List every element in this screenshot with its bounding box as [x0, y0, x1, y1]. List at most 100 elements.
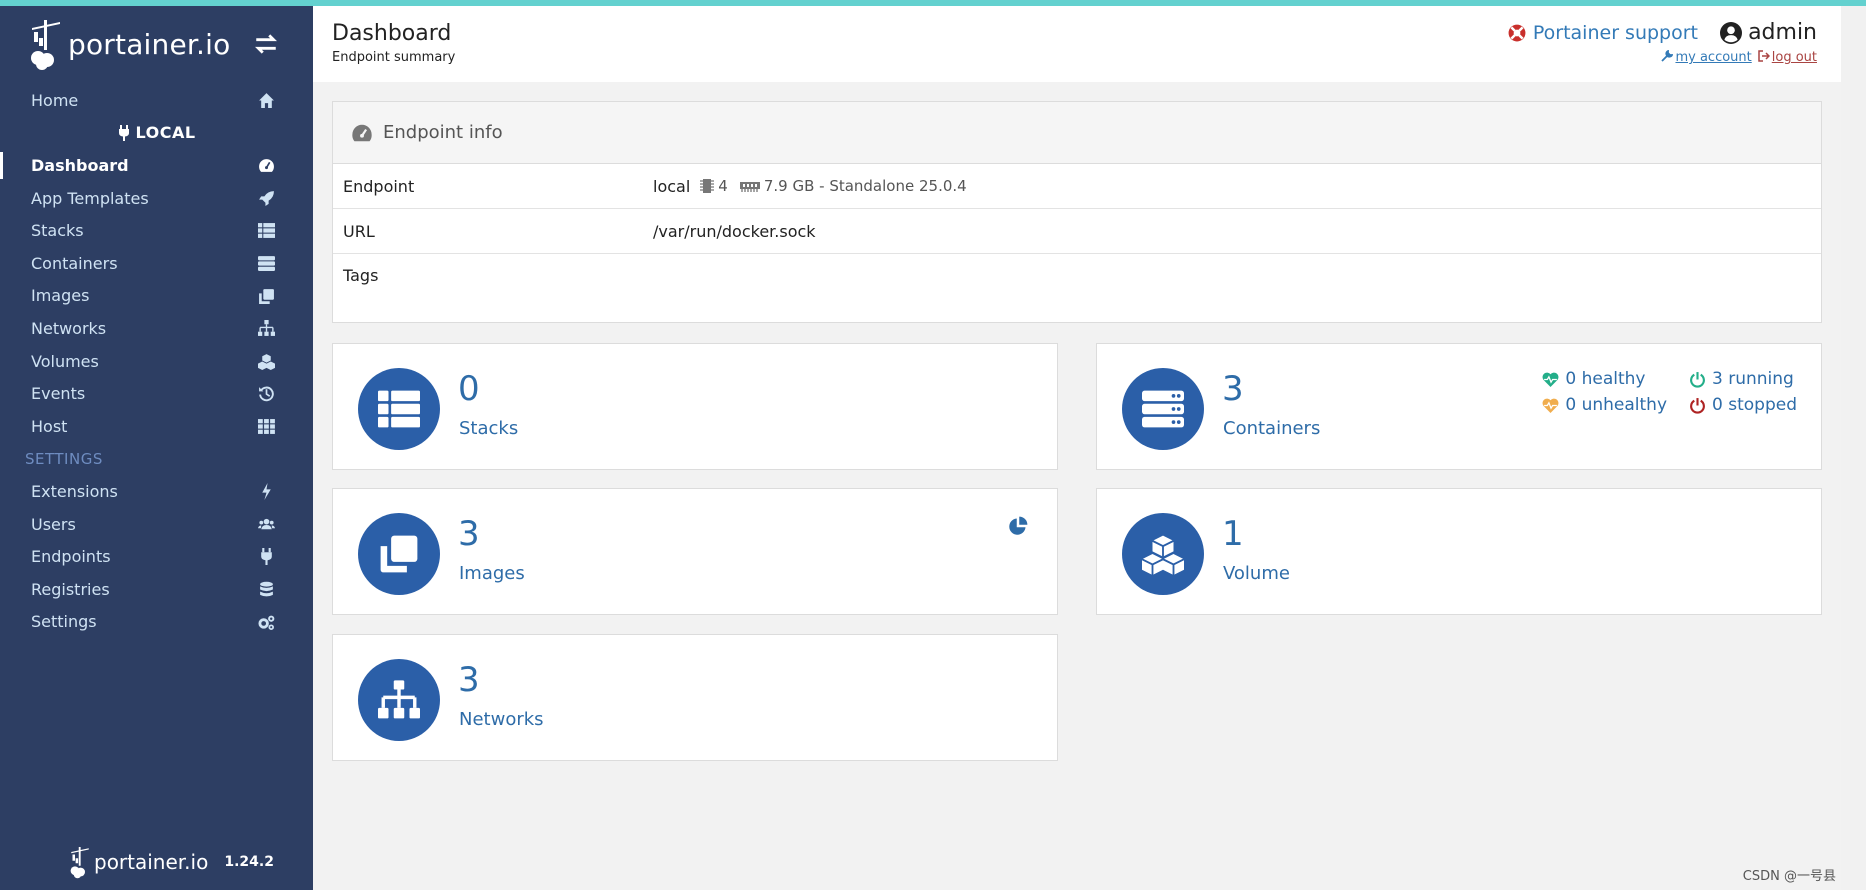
tachometer-icon — [352, 124, 372, 141]
page-header: Dashboard Endpoint summary Portainer sup… — [313, 6, 1841, 82]
sitemap-icon — [258, 320, 275, 337]
users-icon — [258, 518, 275, 529]
networks-tile[interactable]: 3 Networks — [332, 634, 1058, 761]
logo-text: portainer.io — [68, 27, 231, 61]
images-label: Images — [459, 563, 525, 584]
portainer-crane-icon — [31, 20, 60, 70]
memory-info: 7.9 GB - Standalone 25.0.4 — [763, 177, 967, 195]
networks-label: Networks — [459, 709, 544, 730]
sidebar-item-stacks[interactable]: Stacks — [0, 214, 313, 247]
sidebar-header: portainer.io — [0, 6, 313, 84]
running-status: 3 running — [1689, 369, 1797, 389]
cogs-icon — [258, 615, 275, 630]
stacks-count: 0 — [458, 369, 480, 409]
power-off-icon — [1690, 397, 1705, 414]
endpoint-info-widget: Endpoint info Endpoint local 4 7.9 GB - … — [332, 101, 1822, 323]
endpoint-name: local — [653, 176, 691, 196]
rocket-icon — [259, 190, 274, 206]
heartbeat-icon — [1542, 398, 1559, 413]
stacks-tile[interactable]: 0 Stacks — [332, 343, 1058, 470]
sidebar-item-settings[interactable]: Settings — [0, 606, 313, 639]
endpoint-url: /var/run/docker.sock — [653, 221, 816, 241]
clone-icon — [380, 535, 418, 573]
cpu-count: 4 — [718, 177, 728, 195]
account-links: my account log out — [1661, 49, 1817, 65]
sidebar-item-events[interactable]: Events — [0, 377, 313, 410]
watermark: CSDN @一号县 — [1742, 869, 1836, 884]
sidebar-item-host[interactable]: Host — [0, 410, 313, 443]
server-icon — [1142, 390, 1184, 428]
images-count: 3 — [458, 514, 480, 554]
widget-header: Endpoint info — [333, 102, 1821, 164]
sidebar-item-users[interactable]: Users — [0, 508, 313, 541]
sidebar-item-dashboard[interactable]: Dashboard — [0, 149, 313, 182]
volumes-label: Volume — [1223, 563, 1290, 584]
wrench-icon — [1661, 49, 1674, 62]
unhealthy-status: 0 unhealthy — [1542, 395, 1667, 415]
containers-tile[interactable]: 3 Containers 0 healthy 3 running 0 unhea… — [1096, 343, 1822, 470]
sidebar-item-registries[interactable]: Registries — [0, 573, 313, 606]
cubes-icon — [258, 353, 275, 370]
scrollbar[interactable] — [1841, 6, 1866, 890]
th-icon — [258, 419, 275, 434]
info-row-url: URL /var/run/docker.sock — [333, 209, 1821, 254]
history-icon — [259, 386, 274, 402]
portainer-logo[interactable]: portainer.io — [30, 14, 230, 74]
memory-icon — [739, 182, 760, 192]
footer-logo-text: portainer.io — [94, 850, 209, 874]
settings-heading: SETTINGS — [25, 449, 103, 468]
top-accent-bar — [0, 0, 1866, 6]
sitemap-icon — [378, 680, 420, 719]
containers-label: Containers — [1223, 418, 1321, 439]
endpoint-heading: LOCAL — [0, 117, 313, 150]
page-subtitle: Endpoint summary — [332, 50, 456, 65]
clone-icon — [259, 288, 274, 304]
networks-count: 3 — [458, 660, 480, 700]
power-off-icon — [1690, 371, 1705, 388]
sign-out-icon — [1758, 50, 1770, 62]
info-row-tags: Tags — [343, 266, 379, 285]
cubes-icon — [1142, 535, 1184, 575]
my-account-link[interactable]: my account — [1661, 49, 1752, 65]
sidebar: portainer.io Home LOCAL Dashboard App Te… — [0, 6, 313, 890]
sidebar-item-networks[interactable]: Networks — [0, 312, 313, 345]
version-label: 1.24.2 — [224, 854, 274, 870]
sidebar-item-containers[interactable]: Containers — [0, 247, 313, 280]
volumes-count: 1 — [1222, 514, 1244, 554]
database-icon — [260, 581, 273, 597]
sidebar-item-home[interactable]: Home — [0, 84, 313, 117]
username: admin — [1748, 20, 1817, 45]
sidebar-item-endpoints[interactable]: Endpoints — [0, 540, 313, 573]
volumes-tile[interactable]: 1 Volume — [1096, 488, 1822, 615]
widget-title: Endpoint info — [383, 122, 503, 143]
user-menu: admin — [1720, 20, 1817, 45]
stacks-label: Stacks — [459, 418, 519, 439]
life-ring-icon — [1508, 24, 1526, 42]
bolt-icon — [262, 483, 271, 501]
server-icon — [258, 256, 275, 271]
containers-count: 3 — [1222, 369, 1244, 409]
sidebar-item-volumes[interactable]: Volumes — [0, 345, 313, 378]
healthy-status: 0 healthy — [1542, 369, 1667, 389]
th-list-icon — [258, 223, 275, 239]
microchip-icon — [700, 179, 715, 193]
sidebar-item-images[interactable]: Images — [0, 280, 313, 313]
page-title: Dashboard — [332, 21, 452, 46]
pie-chart-icon[interactable] — [1008, 516, 1028, 536]
th-list-icon — [378, 390, 420, 428]
info-row-endpoint: Endpoint local 4 7.9 GB - Standalone 25.… — [333, 164, 1821, 209]
plug-icon — [119, 124, 130, 141]
heartbeat-icon — [1542, 372, 1559, 387]
sidebar-nav: Home LOCAL Dashboard App Templates Stack… — [0, 84, 313, 638]
portainer-crane-icon — [70, 847, 89, 879]
exchange-icon[interactable] — [253, 31, 279, 57]
stopped-status: 0 stopped — [1689, 395, 1797, 415]
sidebar-item-app-templates[interactable]: App Templates — [0, 182, 313, 215]
log-out-link[interactable]: log out — [1758, 50, 1817, 65]
images-tile[interactable]: 3 Images — [332, 488, 1058, 615]
container-status: 0 healthy 3 running 0 unhealthy 0 stoppe… — [1542, 369, 1797, 415]
user-circle-icon — [1720, 21, 1743, 44]
sidebar-item-extensions[interactable]: Extensions — [0, 475, 313, 508]
tachometer-icon — [259, 159, 274, 173]
portainer-support-link[interactable]: Portainer support — [1508, 22, 1698, 44]
